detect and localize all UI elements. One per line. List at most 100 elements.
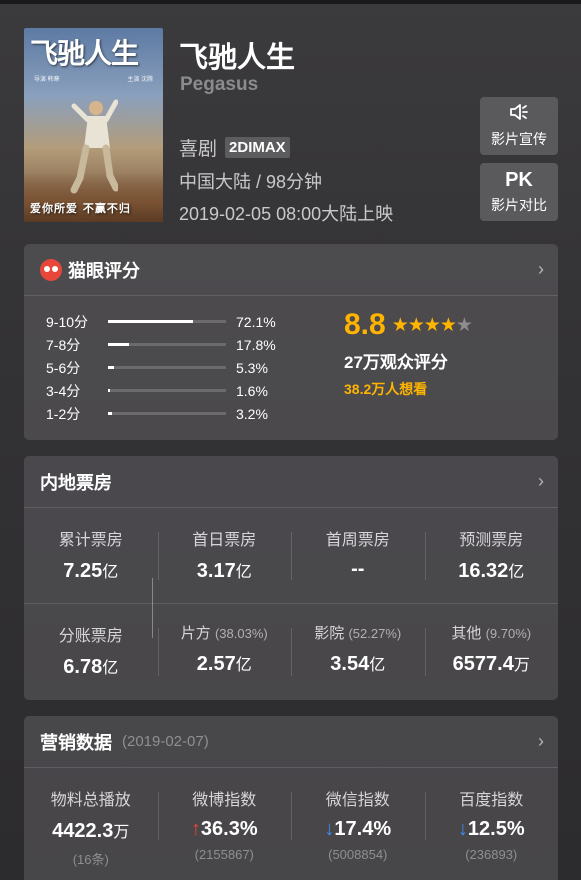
stat-subtext: (16条) xyxy=(72,852,109,867)
genre-row: 喜剧 2DIMAX xyxy=(179,134,290,161)
stat-value: ↑36.3% xyxy=(190,818,258,840)
distribution-label: 3-4分 xyxy=(46,382,81,399)
boxoffice-row-totals: 累计票房 7.25亿 首日票房 3.17亿 首周票房 -- 预测票房 16.32… xyxy=(24,508,558,604)
stat-value: ↓17.4% xyxy=(324,818,392,840)
movie-english-title: Pegasus xyxy=(180,74,259,95)
maoyan-cat-icon xyxy=(40,258,62,281)
pk-button-label: 影片对比 xyxy=(491,197,547,213)
chevron-right-icon[interactable]: › xyxy=(538,471,544,492)
movie-region-duration: 中国大陆 / 98分钟 xyxy=(179,172,323,192)
stat-subtext: (236893) xyxy=(465,847,518,862)
boxoffice-stat: 首周票房 -- xyxy=(291,508,425,603)
distribution-bar-fill xyxy=(108,343,129,346)
rating-distribution: 9-10分 72.1% 7-8分 17.8% 5-6分 5.3% 3-4分 1.… xyxy=(46,310,296,425)
stat-label: 预测票房 xyxy=(459,532,524,549)
rating-score: 8.8 xyxy=(344,308,386,341)
movie-poster[interactable]: 飞驰人生 导演 韩寒 主演 沈腾 爱你所爱 不赢不归 xyxy=(24,28,163,222)
distribution-bar xyxy=(108,389,226,392)
stat-label: 累计票房 xyxy=(58,532,123,549)
pk-compare-button[interactable]: PK 影片对比 xyxy=(480,163,558,221)
boxoffice-row-split: 分账票房 6.78亿 片方 (38.03%) 2.57亿 影院 (52.27%)… xyxy=(24,604,558,700)
stat-subtext: (5008854) xyxy=(328,847,388,862)
stat-label: 首周票房 xyxy=(325,532,390,549)
promo-button-label: 影片宣传 xyxy=(491,131,547,147)
poster-credit-left: 导演 韩寒 xyxy=(34,77,60,83)
stat-value: 7.25亿 xyxy=(63,560,119,582)
distribution-label: 1-2分 xyxy=(46,405,81,422)
poster-credit-right: 主演 沈腾 xyxy=(127,77,153,83)
boxoffice-stat: 预测票房 16.32亿 xyxy=(424,508,559,603)
chevron-right-icon[interactable]: › xyxy=(538,259,544,280)
distribution-percent: 5.3% xyxy=(236,359,268,376)
marketing-stats-row: 物料总播放 4422.3万 (16条) 微博指数 ↑36.3% (2155867… xyxy=(24,768,558,878)
pk-icon: PK xyxy=(505,169,533,191)
distribution-bar-fill xyxy=(108,320,194,323)
movie-title: 飞驰人生 xyxy=(179,42,296,74)
want-to-watch-count: 38.2万人想看 xyxy=(344,381,428,397)
stat-value: 4422.3万 xyxy=(52,820,130,842)
split-bracket xyxy=(152,578,160,638)
stat-value: -- xyxy=(351,558,365,580)
distribution-bar-fill xyxy=(108,366,115,369)
boxoffice-stat: 累计票房 7.25亿 xyxy=(24,508,158,603)
arrow-down-icon: ↓ xyxy=(324,818,335,840)
stat-label: 首日票房 xyxy=(192,532,257,549)
stat-value: 3.17亿 xyxy=(196,560,252,582)
movie-genre: 喜剧 xyxy=(179,139,218,160)
marketing-stat: 百度指数 ↓12.5% (236893) xyxy=(424,768,559,878)
stat-label: 微博指数 xyxy=(192,792,257,809)
poster-title: 飞驰人生 xyxy=(30,37,139,70)
stat-value: 16.32亿 xyxy=(458,560,525,582)
marketing-card[interactable]: 营销数据 (2019-02-07) › 物料总播放 4422.3万 (16条) … xyxy=(24,716,558,880)
distribution-row: 1-2分 3.2% xyxy=(46,402,296,425)
marketing-stat: 微博指数 ↑36.3% (2155867) xyxy=(157,768,292,878)
stat-value: 3.54亿 xyxy=(330,653,386,675)
boxoffice-stat: 其他 (9.70%) 6577.4万 xyxy=(424,604,559,700)
movie-release-date: 2019-02-05 08:00大陆上映 xyxy=(179,204,394,224)
distribution-bar xyxy=(108,412,226,415)
distribution-bar xyxy=(108,366,226,369)
arrow-up-icon: ↑ xyxy=(190,818,201,840)
distribution-row: 9-10分 72.1% xyxy=(46,310,296,333)
rating-card[interactable]: 猫眼评分 › 9-10分 72.1% 7-8分 17.8% 5-6分 5.3% … xyxy=(24,244,558,440)
rating-card-header[interactable]: 猫眼评分 › xyxy=(24,244,558,296)
boxoffice-stat: 影院 (52.27%) 3.54亿 xyxy=(291,604,425,700)
voter-count: 27万观众评分 xyxy=(344,353,448,372)
stat-value: 2.57亿 xyxy=(196,653,252,675)
distribution-label: 9-10分 xyxy=(46,313,89,330)
boxoffice-card[interactable]: 内地票房 › 累计票房 7.25亿 首日票房 3.17亿 首周票房 -- 预测票… xyxy=(24,456,558,700)
marketing-card-header[interactable]: 营销数据 (2019-02-07) › xyxy=(24,716,558,768)
poster-figure-illustration xyxy=(70,99,118,194)
stat-value: 6.78亿 xyxy=(63,656,119,678)
distribution-label: 5-6分 xyxy=(46,359,81,376)
star-rating-icons: ★★★★★ xyxy=(391,314,473,336)
score-summary: 8.8 ★★★★★ 27万观众评分 38.2万人想看 xyxy=(344,308,473,399)
chevron-right-icon[interactable]: › xyxy=(538,731,544,752)
marketing-card-title: 营销数据 xyxy=(40,732,112,753)
stat-label: 物料总播放 xyxy=(50,792,131,809)
distribution-bar-fill xyxy=(108,412,112,415)
boxoffice-card-header[interactable]: 内地票房 › xyxy=(24,456,558,508)
marketing-stat: 微信指数 ↓17.4% (5008854) xyxy=(291,768,425,878)
boxoffice-stat: 首日票房 3.17亿 xyxy=(157,508,292,603)
distribution-row: 7-8分 17.8% xyxy=(46,333,296,356)
stat-label: 片方 (38.03%) xyxy=(180,625,268,642)
promo-button[interactable]: 影片宣传 xyxy=(480,97,558,155)
distribution-row: 5-6分 5.3% xyxy=(46,356,296,379)
top-frame xyxy=(0,0,581,4)
distribution-label: 7-8分 xyxy=(46,336,81,353)
marketing-stat: 物料总播放 4422.3万 (16条) xyxy=(24,768,158,878)
stat-label: 微信指数 xyxy=(325,792,390,809)
stat-label: 分账票房 xyxy=(58,628,123,645)
stat-value: 6577.4万 xyxy=(452,653,530,675)
distribution-bar xyxy=(108,343,226,346)
boxoffice-card-title: 内地票房 xyxy=(40,472,112,493)
boxoffice-stat: 片方 (38.03%) 2.57亿 xyxy=(157,604,292,700)
distribution-bar-fill xyxy=(108,389,110,392)
distribution-row: 3-4分 1.6% xyxy=(46,379,296,402)
arrow-down-icon: ↓ xyxy=(457,818,468,840)
stat-label: 影院 (52.27%) xyxy=(314,625,402,642)
format-badge: 2DIMAX xyxy=(225,137,290,158)
rating-card-title: 猫眼评分 xyxy=(68,260,140,281)
distribution-percent: 17.8% xyxy=(236,336,276,353)
